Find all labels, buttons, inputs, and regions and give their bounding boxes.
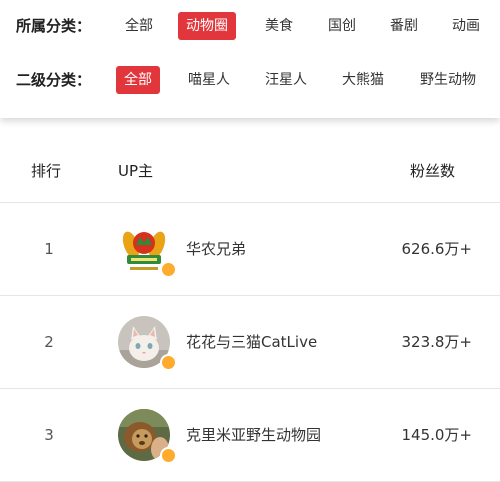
up-name-link[interactable]: 克里米亚野生动物园 (186, 389, 321, 481)
category-chip-bangumi[interactable]: 番剧 (382, 12, 426, 40)
verified-badge-icon (160, 354, 177, 371)
verified-badge-icon (160, 447, 177, 464)
table-row[interactable]: 3 克里米亚野生动物园 145.0万+ (0, 389, 500, 482)
rank-number: 1 (44, 240, 54, 258)
up-name-link[interactable]: 花花与三猫CatLive (186, 296, 317, 388)
up-column-header: UP主 (118, 162, 154, 180)
table-row[interactable]: 1 华农兄弟 626.6万+ (0, 203, 500, 296)
verified-badge-icon (160, 261, 177, 278)
sub-category-filter-label: 二级分类： (16, 71, 92, 89)
sub-chip-pandas[interactable]: 大熊猫 (334, 66, 392, 94)
avatar[interactable] (118, 316, 177, 371)
sub-chip-cats[interactable]: 喵星人 (180, 66, 238, 94)
fans-count: 626.6万+ (401, 240, 472, 258)
sub-chip-wildlife[interactable]: 野生动物 (412, 66, 484, 94)
category-filter-label: 所属分类： (16, 17, 92, 35)
category-chip-animation[interactable]: 动画 (444, 12, 488, 40)
table-row[interactable]: 2 花花与三猫CatLive 323.8万+ (0, 296, 500, 389)
category-chip-all[interactable]: 全部 (117, 12, 161, 40)
category-filter-panel: 所属分类： 全部 动物圈 美食 国创 番剧 动画 二级分类： 全部 喵星人 汪星… (0, 0, 500, 118)
category-filter-row: 所属分类： 全部 动物圈 美食 国创 番剧 动画 (0, 12, 500, 40)
fans-column-header: 粉丝数 (410, 162, 456, 180)
sub-chip-all[interactable]: 全部 (116, 66, 160, 94)
rank-number: 2 (44, 333, 54, 351)
rank-number: 3 (44, 426, 54, 444)
fans-count: 323.8万+ (401, 333, 472, 351)
up-name-link[interactable]: 华农兄弟 (186, 203, 246, 295)
fans-count: 145.0万+ (401, 426, 472, 444)
avatar[interactable] (118, 223, 177, 278)
sub-category-filter-row: 二级分类： 全部 喵星人 汪星人 大熊猫 野生动物 (0, 66, 500, 94)
sub-chip-dogs[interactable]: 汪星人 (257, 66, 315, 94)
rank-column-header: 排行 (31, 162, 62, 180)
avatar[interactable] (118, 409, 177, 464)
category-chip-food[interactable]: 美食 (257, 12, 301, 40)
ranking-table-header: 排行 UP主 粉丝数 (0, 140, 500, 203)
category-chip-guochuang[interactable]: 国创 (320, 12, 364, 40)
category-chip-animal[interactable]: 动物圈 (178, 12, 236, 40)
